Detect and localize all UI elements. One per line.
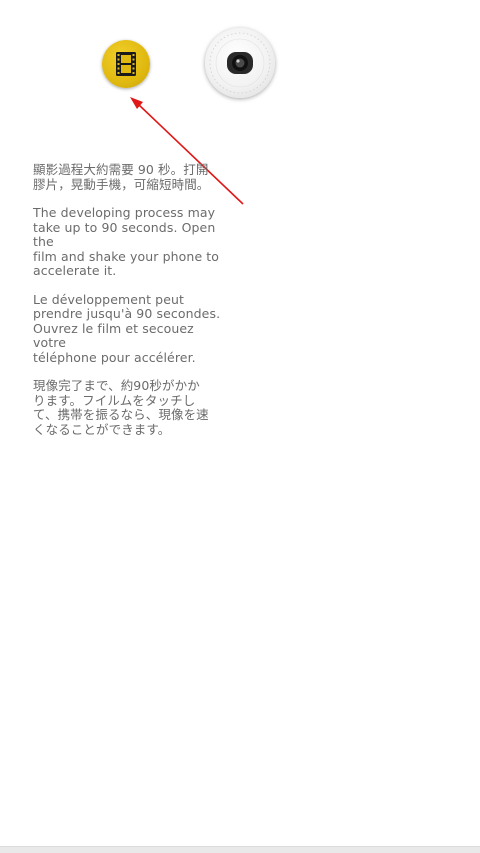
instruction-english: The developing process may take up to 90…	[33, 205, 220, 278]
instruction-french: Le développement peut prendre jusqu'à 90…	[33, 291, 221, 365]
camera-lens-icon	[209, 32, 271, 94]
instructions: 顯影過程大約需要 90 秒。打開 膠片，晃動手機，可縮短時間。 The deve…	[33, 162, 228, 451]
instruction-japanese: 現像完了まで、約90秒がかか ります。フイルムをタッチし て、携帯を振るなら、現…	[33, 378, 209, 437]
bottom-bar	[0, 846, 480, 853]
open-film-button[interactable]	[102, 40, 150, 88]
film-icon	[116, 52, 136, 76]
instruction-chinese: 顯影過程大約需要 90 秒。打開 膠片，晃動手機，可縮短時間。	[33, 162, 210, 192]
camera-lens-button[interactable]	[205, 28, 275, 98]
